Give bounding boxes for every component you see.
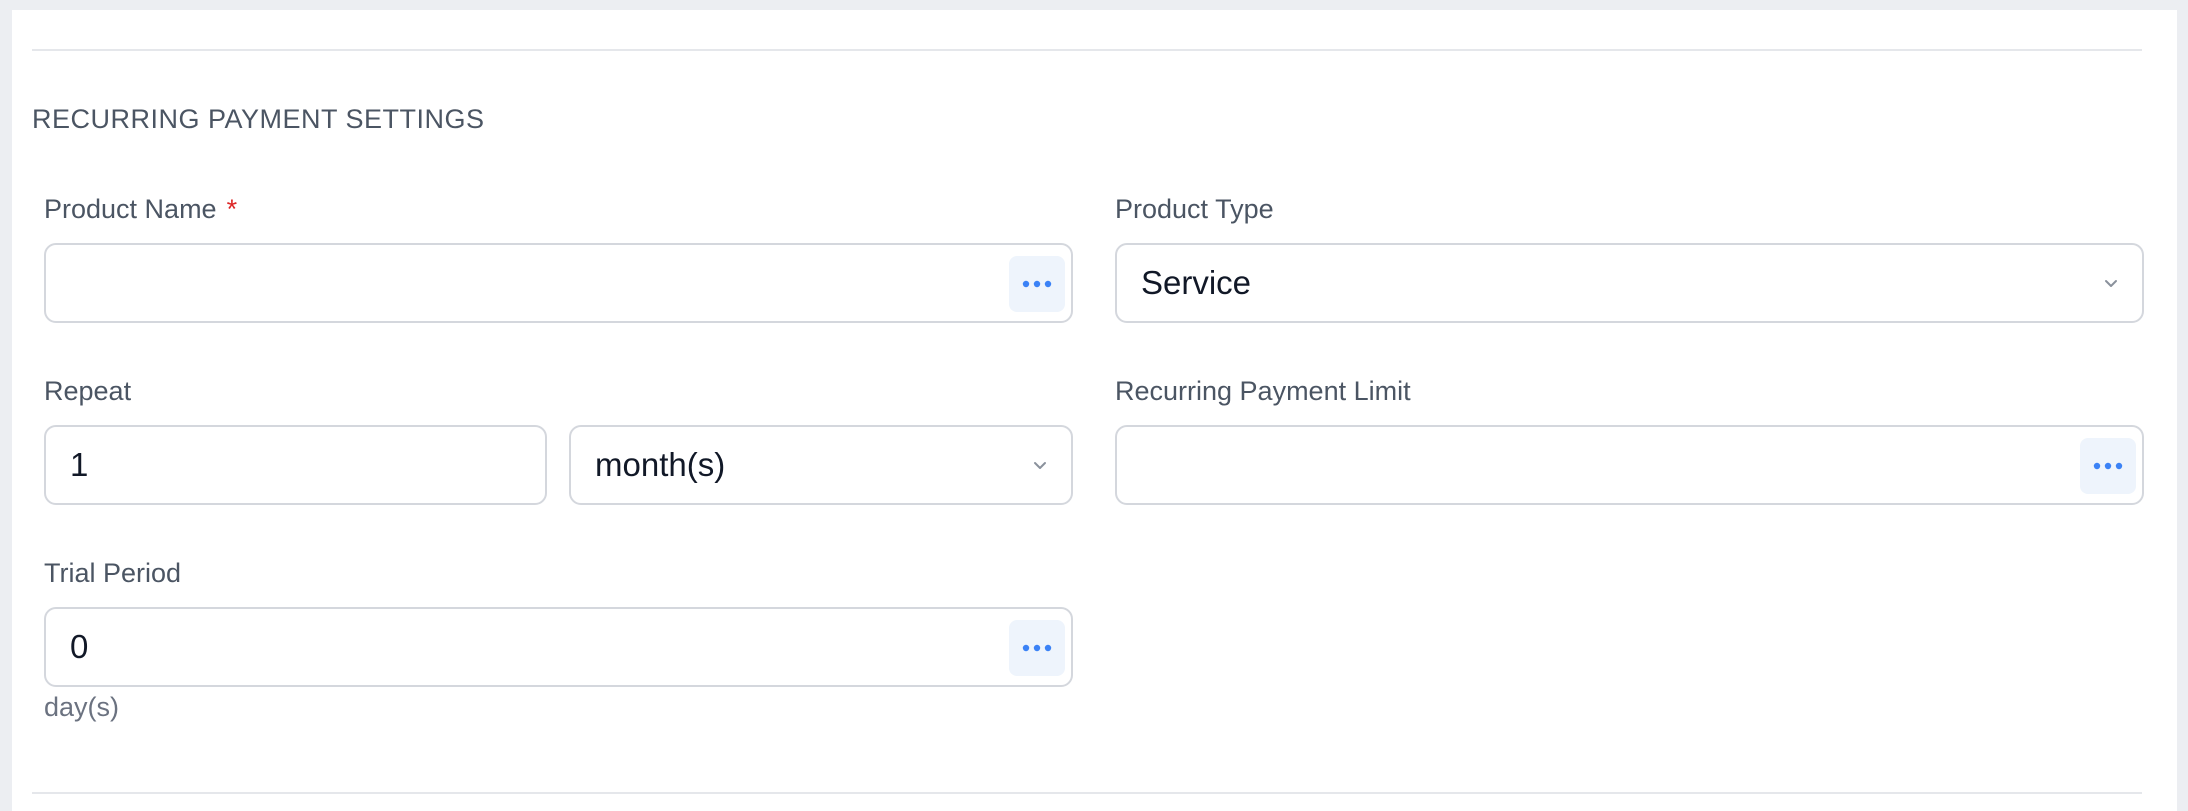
trial-period-unit-hint: day(s) [44, 692, 120, 722]
product-name-options-button[interactable] [1009, 256, 1065, 312]
bottom-divider [32, 792, 2142, 794]
more-dots-icon [1022, 644, 1052, 652]
top-divider [32, 49, 2142, 51]
chevron-down-icon [2105, 280, 2117, 287]
recurring-limit-input[interactable] [1115, 425, 2144, 505]
more-dots-icon [1022, 280, 1052, 288]
recurring-limit-label: Recurring Payment Limit [1115, 376, 1411, 406]
trial-period-options-button[interactable] [1009, 620, 1065, 676]
repeat-count-input[interactable]: 1 [44, 425, 547, 505]
required-marker: * [226, 194, 238, 224]
product-name-input[interactable] [44, 243, 1073, 323]
product-type-selected: Service [1141, 264, 1252, 301]
product-name-label: Product Name * [44, 194, 237, 225]
trial-period-value: 0 [70, 628, 89, 665]
trial-period-input[interactable]: 0 [44, 607, 1073, 687]
product-type-select[interactable]: Service [1115, 243, 2144, 323]
repeat-unit-select[interactable]: month(s) [569, 425, 1073, 505]
trial-period-label: Trial Period [44, 558, 182, 588]
recurring-limit-options-button[interactable] [2080, 438, 2136, 494]
chevron-down-icon [1034, 462, 1046, 469]
repeat-unit-selected: month(s) [595, 446, 726, 483]
repeat-label: Repeat [44, 376, 132, 406]
repeat-count-value: 1 [70, 446, 89, 483]
section-title: RECURRING PAYMENT SETTINGS [32, 104, 485, 134]
more-dots-icon [2093, 462, 2123, 470]
product-type-label: Product Type [1115, 194, 1274, 224]
product-name-label-text: Product Name [44, 194, 217, 224]
